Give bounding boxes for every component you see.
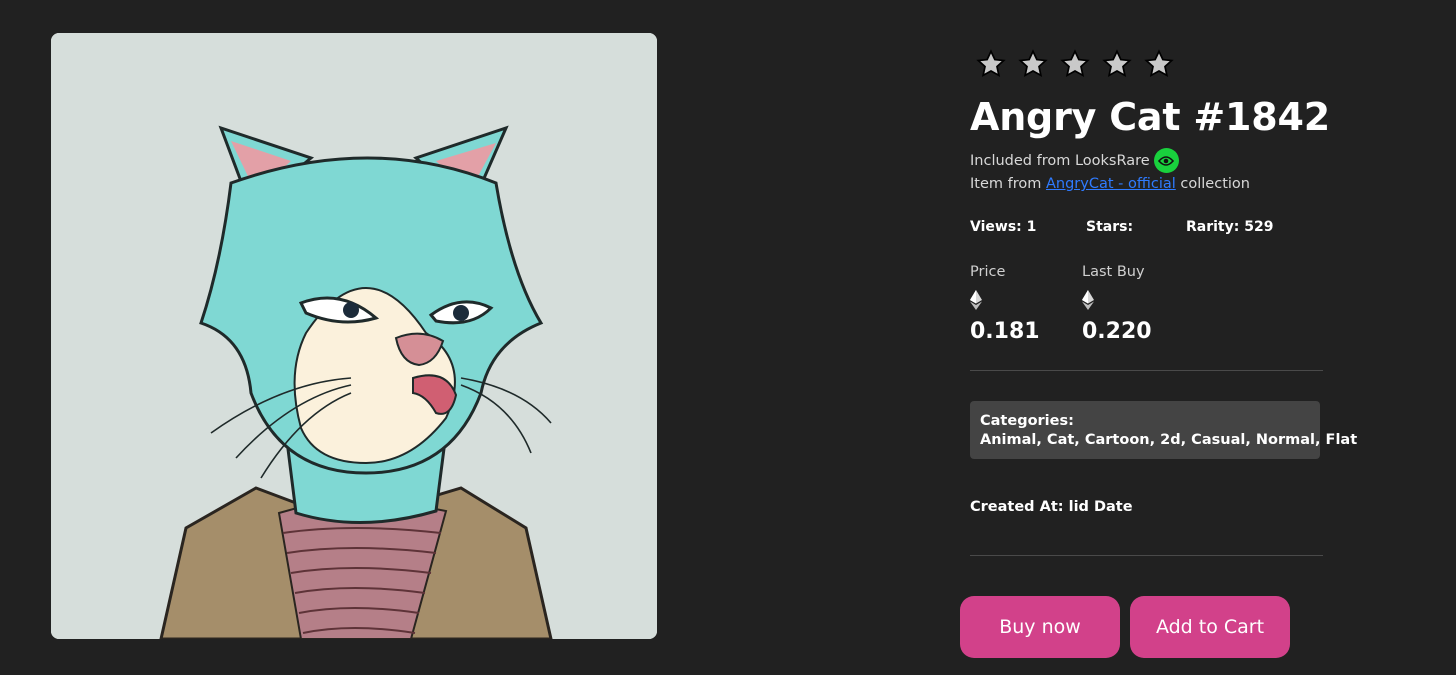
- star-icon[interactable]: [975, 48, 1007, 80]
- last-buy-label: Last Buy: [1082, 264, 1145, 280]
- eye-icon[interactable]: [1153, 148, 1179, 173]
- last-buy-value: 0.220: [1082, 319, 1152, 344]
- item-title: Angry Cat #1842: [970, 95, 1330, 139]
- included-from-line: Included from LooksRare: [970, 148, 1179, 173]
- categories-list: Animal, Cat, Cartoon, 2d, Casual, Normal…: [980, 432, 1358, 448]
- rarity-stat: Rarity: 529: [1186, 219, 1274, 235]
- ethereum-icon: [970, 290, 982, 310]
- ethereum-icon: [1082, 290, 1094, 310]
- collection-prefix: Item from: [970, 176, 1042, 192]
- nft-artwork-image: [51, 33, 657, 639]
- nft-item-page: Angry Cat #1842 Included from LooksRare …: [0, 0, 1456, 675]
- views-stat: Views: 1: [970, 219, 1037, 235]
- rating-stars[interactable]: [975, 48, 1175, 80]
- divider: [970, 370, 1323, 371]
- star-icon[interactable]: [1101, 48, 1133, 80]
- collection-link[interactable]: AngryCat - official: [1046, 176, 1176, 192]
- price-value: 0.181: [970, 319, 1040, 344]
- divider: [970, 555, 1323, 556]
- buy-now-button[interactable]: Buy now: [960, 596, 1120, 658]
- stars-stat: Stars:: [1086, 219, 1134, 235]
- collection-suffix: collection: [1180, 176, 1250, 192]
- price-label: Price: [970, 264, 1006, 280]
- star-icon[interactable]: [1059, 48, 1091, 80]
- created-at: Created At: lid Date: [970, 499, 1133, 515]
- star-icon[interactable]: [1143, 48, 1175, 80]
- add-to-cart-button[interactable]: Add to Cart: [1130, 596, 1290, 658]
- price-block: Price 0.181: [970, 263, 1040, 345]
- categories-label: Categories:: [980, 413, 1074, 429]
- included-from-text: Included from LooksRare: [970, 152, 1150, 169]
- collection-line: Item from AngryCat - official collection: [970, 176, 1250, 192]
- categories-box: Categories: Animal, Cat, Cartoon, 2d, Ca…: [970, 401, 1358, 459]
- star-icon[interactable]: [1017, 48, 1049, 80]
- last-buy-block: Last Buy 0.220: [1082, 263, 1152, 345]
